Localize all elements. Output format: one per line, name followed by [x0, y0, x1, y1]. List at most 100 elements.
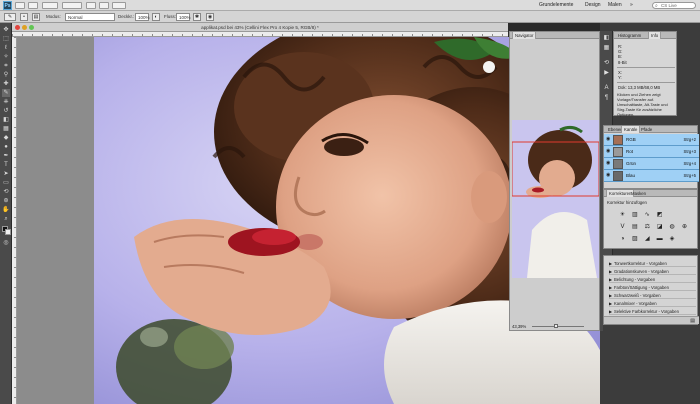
pressure-opacity-icon[interactable]: ◐	[152, 13, 160, 21]
pressure-size-icon[interactable]: ◉	[206, 13, 214, 21]
channel-shortcut: Strg+3	[683, 149, 696, 154]
eyedropper-tool-icon[interactable]: ⚲	[2, 71, 10, 79]
visibility-eye-icon[interactable]: ◉	[606, 173, 612, 178]
adjustments-panel: Korrekturen Masken Korrektur hinzufügen …	[603, 189, 698, 249]
workspace-more-icon[interactable]: »	[627, 2, 636, 9]
hand-tool-icon[interactable]: ✋	[2, 206, 10, 214]
brush-tool-icon[interactable]: ✎	[2, 89, 10, 97]
history-brush-tool-icon[interactable]: ↺	[2, 107, 10, 115]
workspace-design[interactable]: Design	[582, 2, 604, 9]
quick-selection-tool-icon[interactable]: ✧	[2, 53, 10, 61]
posterize-icon[interactable]: ▨	[630, 235, 639, 244]
arrange-documents-button[interactable]	[99, 2, 109, 9]
gradient-map-icon[interactable]: ▬	[655, 235, 664, 244]
brush-picker-icon[interactable]: •	[20, 13, 28, 21]
hue-saturation-icon[interactable]: ▤	[630, 223, 639, 232]
levels-icon[interactable]: ▥	[630, 211, 639, 220]
mode-select[interactable]: Normal	[65, 13, 115, 21]
brush-preset-icon[interactable]: ✎	[4, 13, 16, 21]
workspace-grundelemente[interactable]: Grundelemente	[536, 2, 576, 9]
visibility-eye-icon[interactable]: ◉	[606, 149, 612, 154]
brightness-contrast-icon[interactable]: ☀	[618, 211, 627, 220]
tab-channels[interactable]: Kanäle	[621, 126, 641, 133]
channel-row-rgb[interactable]: ◉ RGB Strg+2	[604, 134, 699, 146]
zoom-slider-handle[interactable]	[554, 324, 558, 328]
blur-tool-icon[interactable]: ◆	[2, 134, 10, 142]
navigator-thumbnail[interactable]	[512, 120, 599, 278]
adjustments-tabs: Korrekturen Masken	[604, 190, 697, 197]
type-tool-icon[interactable]: T	[2, 161, 10, 169]
info-blue: B:	[618, 54, 622, 59]
channel-row-green[interactable]: ◉ Grün Strg+4	[604, 158, 699, 170]
zoom-tool-icon[interactable]: ⌕	[2, 215, 10, 223]
color-balance-icon[interactable]: ⚖	[643, 223, 652, 232]
preset-levels[interactable]: ▶ Tonwertkorrektur - Vorgaben	[609, 260, 696, 267]
zoom-slider[interactable]	[532, 324, 584, 328]
document-tab[interactable]: applikat.psd bei 43% (Cellini Flex Pro 4…	[12, 23, 508, 32]
move-tool-icon[interactable]: ✥	[2, 26, 10, 34]
flow-field[interactable]: 100%	[176, 13, 191, 21]
channel-mixer-icon[interactable]: ⊕	[680, 223, 689, 232]
crop-tool-icon[interactable]: ⌗	[2, 62, 10, 70]
zoom-level-menu[interactable]	[62, 2, 82, 9]
channels-tabs: Ebenen Kanäle Pfade	[604, 126, 697, 133]
preset-hue-saturation[interactable]: ▶ Farbton/Sättigung - Vorgaben	[609, 284, 696, 291]
opacity-field[interactable]: 100%	[135, 13, 150, 21]
bridge-button[interactable]	[15, 2, 25, 9]
tab-masks[interactable]: Masken	[629, 190, 648, 197]
visibility-eye-icon[interactable]: ◉	[606, 161, 612, 166]
view-extras-menu[interactable]	[42, 2, 58, 9]
selective-color-icon[interactable]: ◈	[668, 235, 677, 244]
screen-mode-button[interactable]	[112, 2, 126, 9]
black-white-icon[interactable]: ◪	[655, 223, 664, 232]
lasso-tool-icon[interactable]: ℓ	[2, 44, 10, 52]
channel-row-red[interactable]: ◉ Rot Strg+3	[604, 146, 699, 158]
shape-tool-icon[interactable]: ▭	[2, 179, 10, 187]
character-panel-icon[interactable]: A	[602, 84, 611, 92]
eraser-tool-icon[interactable]: ◧	[2, 116, 10, 124]
preset-curves[interactable]: ▶ Gradationskurven - Vorgaben	[609, 268, 696, 275]
airbrush-icon[interactable]: ✱	[193, 13, 201, 21]
threshold-icon[interactable]: ◢	[643, 235, 652, 244]
visibility-eye-icon[interactable]: ◉	[606, 137, 612, 142]
vibrance-icon[interactable]: V	[618, 223, 627, 232]
color-panel-icon[interactable]: ◧	[602, 34, 611, 42]
marquee-tool-icon[interactable]: ⬚	[2, 35, 10, 43]
tab-navigator[interactable]: Navigator	[512, 32, 537, 39]
preset-channel-mixer[interactable]: ▶ Kanalmixer - Vorgaben	[609, 300, 696, 307]
preset-exposure[interactable]: ▶ Belichtung - Vorgaben	[609, 276, 696, 283]
dodge-tool-icon[interactable]: ●	[2, 143, 10, 151]
gradient-tool-icon[interactable]: ▦	[2, 125, 10, 133]
photo-filter-icon[interactable]: ◍	[668, 223, 677, 232]
clone-stamp-tool-icon[interactable]: ⎈	[2, 98, 10, 106]
preset-selective-color[interactable]: ▶ Selektive Farbkorrektur - Vorgaben	[609, 308, 696, 315]
swatches-panel-icon[interactable]: ▦	[602, 44, 611, 52]
background-color-swatch[interactable]	[5, 229, 11, 235]
brush-panel-icon[interactable]: ▤	[32, 13, 40, 21]
3d-rotate-tool-icon[interactable]: ⟲	[2, 188, 10, 196]
tab-paths[interactable]: Pfade	[639, 126, 654, 133]
invert-icon[interactable]: ◑	[618, 235, 627, 244]
preset-black-white[interactable]: ▶ Schwarzweiß - Vorgaben	[609, 292, 696, 299]
3d-orbit-tool-icon[interactable]: ⊛	[2, 197, 10, 205]
paragraph-panel-icon[interactable]: ¶	[602, 94, 611, 102]
quick-mask-icon[interactable]: ◎	[2, 239, 10, 247]
tab-histogram[interactable]: Histogramm	[616, 32, 643, 39]
panel-menu-icon[interactable]: ▤	[690, 318, 695, 324]
path-selection-tool-icon[interactable]: ➤	[2, 170, 10, 178]
vertical-ruler[interactable]	[12, 37, 17, 404]
preset-label: Selektive Farbkorrektur - Vorgaben	[614, 309, 679, 314]
mini-bridge-button[interactable]	[28, 2, 38, 9]
channel-row-blue[interactable]: ◉ Blau Strg+5	[604, 170, 699, 182]
pen-tool-icon[interactable]: ✒	[2, 152, 10, 160]
healing-brush-tool-icon[interactable]: ✚	[2, 80, 10, 88]
history-panel-icon[interactable]: ⟲	[602, 59, 611, 67]
tab-info[interactable]: Info	[648, 32, 662, 39]
exposure-icon[interactable]: ◩	[655, 211, 664, 220]
workspace-malen[interactable]: Malen	[605, 2, 625, 9]
curves-icon[interactable]: ∿	[643, 211, 652, 220]
cs-live-search[interactable]: ⌕ CS Live	[652, 2, 696, 9]
actions-panel-icon[interactable]: ▶	[602, 69, 611, 77]
hand-tool-button[interactable]	[86, 2, 96, 9]
zoom-value[interactable]: 43,39%	[512, 324, 526, 329]
